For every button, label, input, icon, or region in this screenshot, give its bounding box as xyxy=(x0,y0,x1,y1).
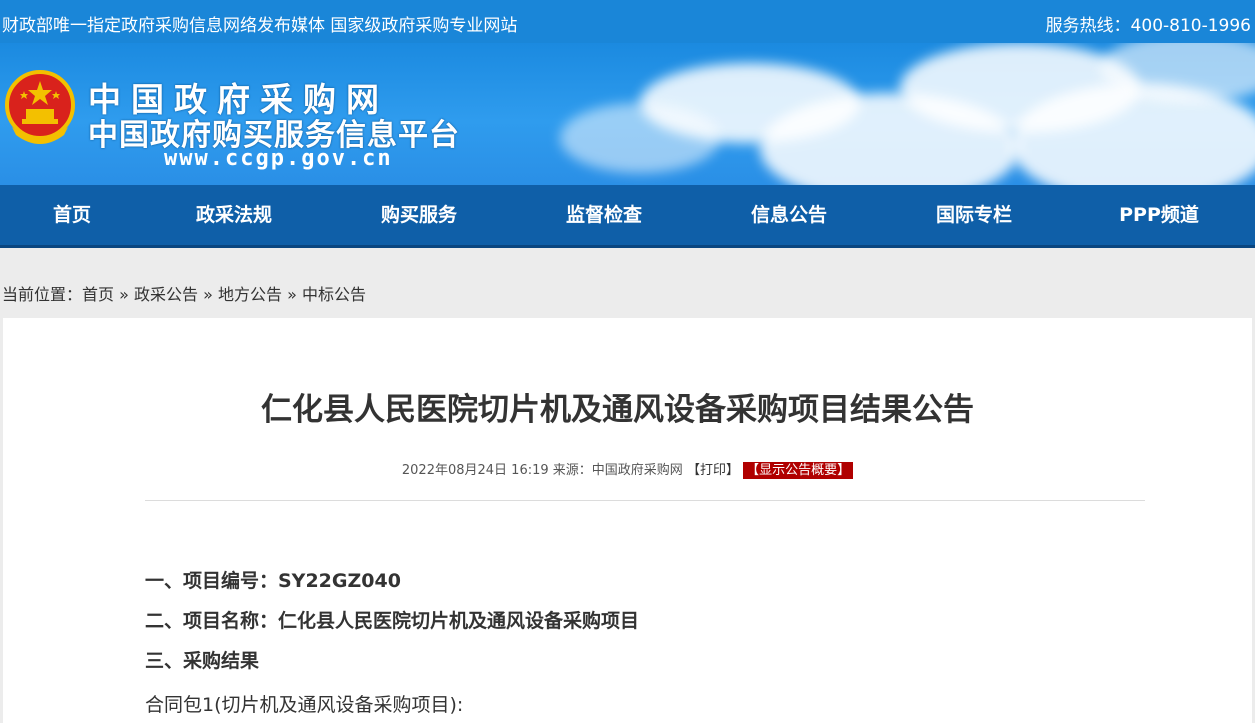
project-number: 一、项目编号：SY22GZ040 xyxy=(145,570,401,592)
breadcrumb-local[interactable]: 地方公告 xyxy=(218,285,282,304)
site-slogan: 财政部唯一指定政府采购信息网络发布媒体 国家级政府采购专业网站 xyxy=(2,16,518,36)
breadcrumb-separator: » xyxy=(287,285,297,304)
nav-item-regulations[interactable]: 政采法规 xyxy=(154,185,314,245)
header-banner: 中国政府采购网 中国政府购买服务信息平台 www.ccgp.gov.cn xyxy=(0,43,1255,185)
nav-item-ppp[interactable]: PPP频道 xyxy=(1079,185,1239,245)
main-nav: 首页 政采法规 购买服务 监督检查 信息公告 国际专栏 PPP频道 xyxy=(0,185,1255,248)
brand-url: www.ccgp.gov.cn xyxy=(164,146,393,171)
divider xyxy=(145,500,1145,501)
breadcrumb-prefix: 当前位置： xyxy=(2,285,83,304)
article-source: 来源：中国政府采购网 xyxy=(552,463,683,478)
contract-package: 合同包1(切片机及通风设备采购项目): xyxy=(145,694,464,716)
nav-item-announcements[interactable]: 信息公告 xyxy=(709,185,869,245)
top-info-bar: 财政部唯一指定政府采购信息网络发布媒体 国家级政府采购专业网站 服务热线：400… xyxy=(0,0,1255,43)
service-hotline: 服务热线：400-810-1996 xyxy=(1045,16,1251,36)
nav-item-international[interactable]: 国际专栏 xyxy=(894,185,1054,245)
publish-datetime: 2022年08月24日 16:19 xyxy=(401,463,549,478)
nav-item-purchase-services[interactable]: 购买服务 xyxy=(339,185,499,245)
procurement-result-heading: 三、采购结果 xyxy=(145,650,260,672)
print-link[interactable]: 【打印】 xyxy=(687,463,739,478)
nav-item-supervision[interactable]: 监督检查 xyxy=(524,185,684,245)
breadcrumb-gov-procurement[interactable]: 政采公告 xyxy=(134,285,198,304)
article-title: 仁化县人民医院切片机及通风设备采购项目结果公告 xyxy=(261,392,974,428)
breadcrumb-award[interactable]: 中标公告 xyxy=(302,285,366,304)
breadcrumb-separator: » xyxy=(203,285,213,304)
nav-item-home[interactable]: 首页 xyxy=(0,185,152,245)
breadcrumb: 当前位置：首页 » 政采公告 » 地方公告 » 中标公告 xyxy=(2,281,366,305)
article-meta: 2022年08月24日 16:19 来源：中国政府采购网 【打印】 【显示公告概… xyxy=(3,459,1252,479)
show-summary-button[interactable]: 【显示公告概要】 xyxy=(743,462,854,479)
project-name: 二、项目名称：仁化县人民医院切片机及通风设备采购项目 xyxy=(145,610,640,632)
article-panel: 仁化县人民医院切片机及通风设备采购项目结果公告 2022年08月24日 16:1… xyxy=(3,318,1252,723)
breadcrumb-separator: » xyxy=(119,285,129,304)
national-emblem-icon xyxy=(5,70,75,144)
breadcrumb-home[interactable]: 首页 xyxy=(82,285,114,304)
